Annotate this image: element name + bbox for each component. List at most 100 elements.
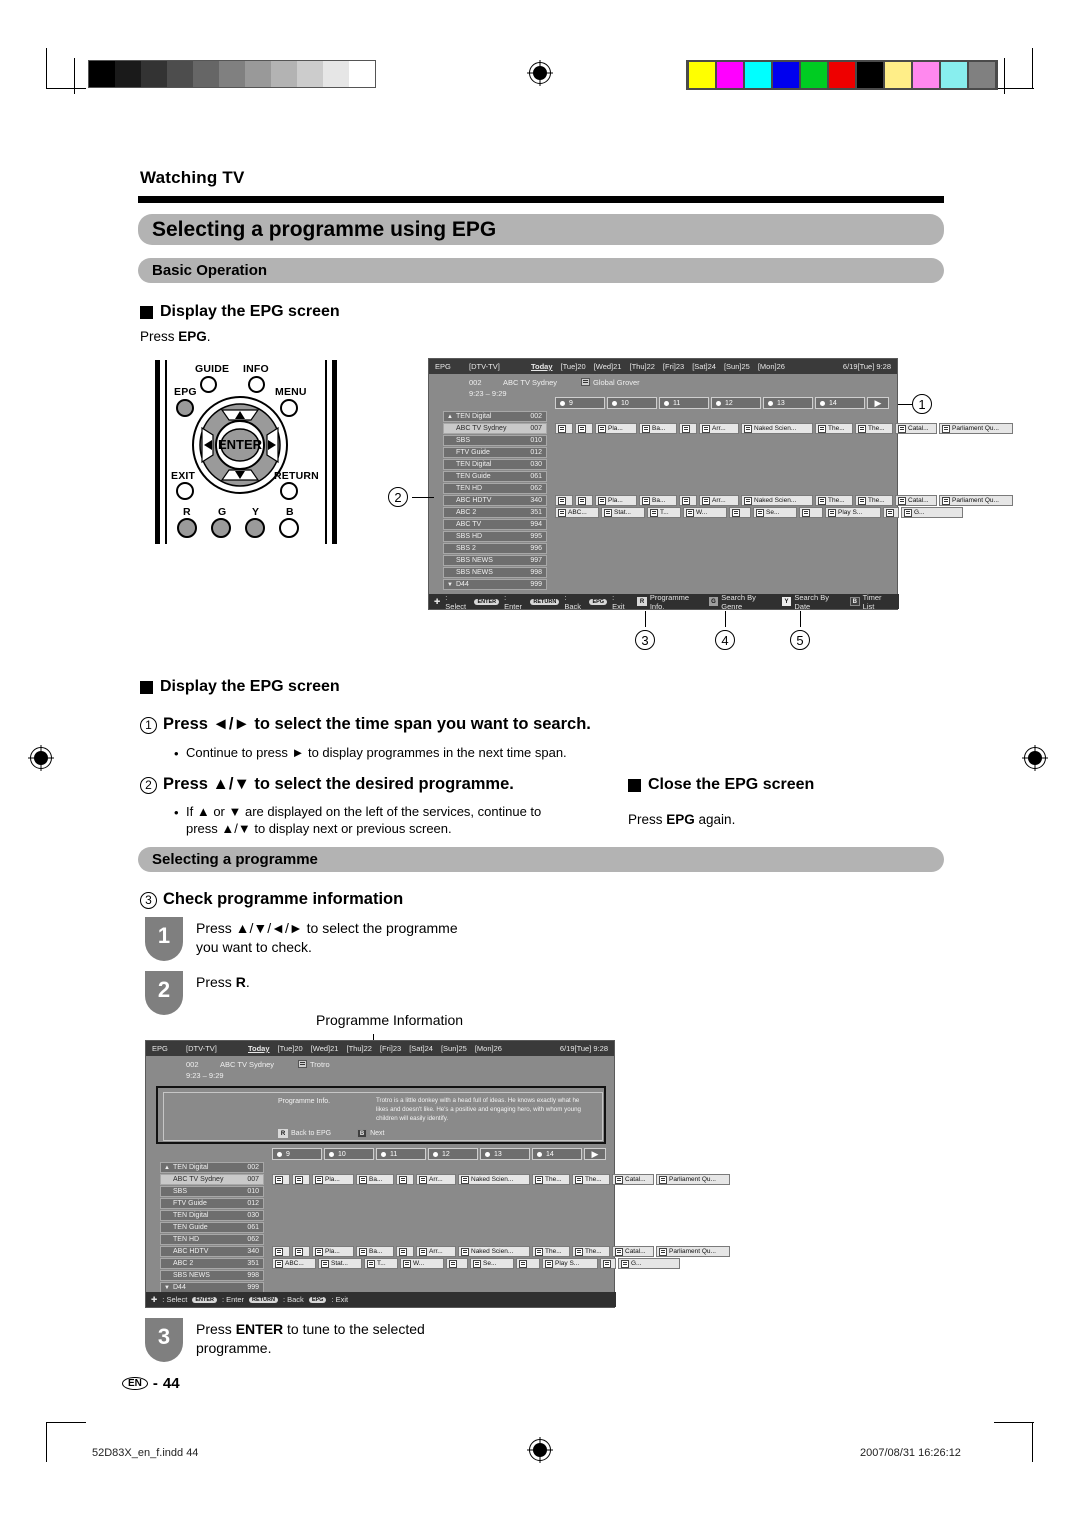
programme-cell[interactable]: The...	[532, 1246, 570, 1257]
guide-button[interactable]	[200, 376, 217, 393]
yellow-button[interactable]	[245, 518, 265, 538]
programme-cell[interactable]	[729, 507, 751, 518]
programme-cell[interactable]: Se...	[753, 507, 797, 518]
programme-cell[interactable]	[272, 1174, 290, 1185]
programme-cell[interactable]: Stat...	[601, 507, 645, 518]
timeslot-cell[interactable]: 11	[376, 1148, 426, 1160]
programme-cell[interactable]: G...	[618, 1258, 680, 1269]
programme-cell[interactable]: Arr...	[416, 1174, 456, 1185]
channel-row[interactable]: ▲ TEN Digital 002	[160, 1162, 264, 1173]
channel-row[interactable]: TEN Digital 030	[160, 1210, 264, 1221]
channel-row[interactable]: FTV Guide 012	[160, 1198, 264, 1209]
timeslot-cell[interactable]: 9	[555, 397, 605, 409]
programme-cell[interactable]: Pla...	[595, 423, 637, 434]
programme-cell[interactable]: Catal...	[612, 1174, 654, 1185]
programme-cell[interactable]: Arr...	[699, 495, 739, 506]
epg2-day-fri23[interactable]: [Fri]23	[376, 1044, 405, 1053]
timeslot-cell[interactable]: 13	[763, 397, 813, 409]
bar-search-by-date-button[interactable]: Y Search By Date	[781, 593, 845, 611]
channel-row[interactable]: TEN Digital 030	[443, 459, 547, 470]
epg-day-tue20[interactable]: [Tue]20	[557, 362, 590, 371]
programme-cell[interactable]: Se...	[470, 1258, 514, 1269]
epg-day-mon26[interactable]: [Mon]26	[754, 362, 789, 371]
programme-cell[interactable]	[679, 423, 697, 434]
programme-cell[interactable]: Parliament Qu...	[939, 495, 1013, 506]
epg-day-sun25[interactable]: [Sun]25	[720, 362, 754, 371]
programme-cell[interactable]: Ba...	[639, 495, 677, 506]
programme-cell[interactable]: Stat...	[318, 1258, 362, 1269]
timeslot-cell[interactable]: 13	[480, 1148, 530, 1160]
channel-row[interactable]: SBS HD 995	[443, 531, 547, 542]
exit-button[interactable]	[176, 482, 194, 500]
programme-cell[interactable]: The...	[815, 495, 853, 506]
epg2-day-sun25[interactable]: [Sun]25	[437, 1044, 471, 1053]
programme-cell[interactable]: Ba...	[356, 1246, 394, 1257]
programme-cell[interactable]: Pla...	[312, 1246, 354, 1257]
bar-programme-info-button[interactable]: R Programme Info.	[637, 593, 703, 611]
programme-cell[interactable]: G...	[901, 507, 963, 518]
channel-row[interactable]: TEN HD 062	[160, 1234, 264, 1245]
programme-cell[interactable]: Parliament Qu...	[656, 1174, 730, 1185]
channel-row[interactable]: ABC 2 351	[443, 507, 547, 518]
timeslot-cell[interactable]: 14	[532, 1148, 582, 1160]
channel-row[interactable]: TEN Guide 061	[443, 471, 547, 482]
programme-cell[interactable]	[555, 423, 573, 434]
channel-row[interactable]: SBS NEWS 998	[443, 567, 547, 578]
info-button[interactable]	[248, 376, 265, 393]
epg-day-today[interactable]: Today	[527, 362, 557, 371]
programme-cell[interactable]: Naked Scien...	[741, 495, 813, 506]
green-button[interactable]	[211, 518, 231, 538]
timeslot-cell[interactable]: 10	[324, 1148, 374, 1160]
epg2-day-mon26[interactable]: [Mon]26	[471, 1044, 506, 1053]
programme-cell[interactable]: The...	[855, 423, 893, 434]
channel-row[interactable]: SBS 010	[443, 435, 547, 446]
programme-cell[interactable]: Catal...	[895, 423, 937, 434]
programme-cell[interactable]	[679, 495, 697, 506]
programme-cell[interactable]	[799, 507, 823, 518]
programme-cell[interactable]: Ba...	[356, 1174, 394, 1185]
blue-button[interactable]	[279, 518, 299, 538]
programme-cell[interactable]	[516, 1258, 540, 1269]
programme-cell[interactable]	[292, 1174, 310, 1185]
programme-cell[interactable]: T...	[647, 507, 681, 518]
programme-cell[interactable]: Arr...	[416, 1246, 456, 1257]
channel-row[interactable]: ABC 2 351	[160, 1258, 264, 1269]
programme-cell[interactable]: T...	[364, 1258, 398, 1269]
programme-cell[interactable]: Pla...	[312, 1174, 354, 1185]
programme-cell[interactable]	[446, 1258, 468, 1269]
channel-row[interactable]: SBS 010	[160, 1186, 264, 1197]
next-button[interactable]: B Next	[357, 1129, 384, 1138]
channel-row[interactable]: ABC TV 994	[443, 519, 547, 530]
programme-cell[interactable]: Parliament Qu...	[939, 423, 1013, 434]
programme-cell[interactable]: Play S...	[542, 1258, 598, 1269]
channel-row-selected[interactable]: ABC TV Sydney 007	[443, 423, 547, 434]
timeslot-cell[interactable]: 11	[659, 397, 709, 409]
programme-cell[interactable]: The...	[572, 1246, 610, 1257]
programme-cell[interactable]: The...	[855, 495, 893, 506]
back-to-epg-button[interactable]: R Back to EPG	[278, 1129, 331, 1138]
programme-cell[interactable]: The...	[572, 1174, 610, 1185]
programme-cell[interactable]: Arr...	[699, 423, 739, 434]
programme-cell[interactable]	[883, 507, 899, 518]
programme-cell[interactable]: Play S...	[825, 507, 881, 518]
channel-row[interactable]: FTV Guide 012	[443, 447, 547, 458]
channel-row[interactable]: SBS NEWS 997	[443, 555, 547, 566]
epg2-day-sat24[interactable]: [Sat]24	[405, 1044, 437, 1053]
programme-cell[interactable]	[272, 1246, 290, 1257]
channel-row[interactable]: SBS NEWS 998	[160, 1270, 264, 1281]
programme-cell[interactable]: W...	[683, 507, 727, 518]
channel-row[interactable]: ▲ TEN Digital 002	[443, 411, 547, 422]
epg-day-thu22[interactable]: [Thu]22	[625, 362, 658, 371]
epg2-day-thu22[interactable]: [Thu]22	[342, 1044, 375, 1053]
programme-cell[interactable]	[396, 1246, 414, 1257]
channel-row[interactable]: ABC HDTV 340	[443, 495, 547, 506]
channel-row-selected[interactable]: ABC TV Sydney 007	[160, 1174, 264, 1185]
programme-cell[interactable]	[555, 495, 573, 506]
programme-cell[interactable]: ABC...	[272, 1258, 316, 1269]
programme-cell[interactable]: Catal...	[612, 1246, 654, 1257]
epg2-day-tue20[interactable]: [Tue]20	[274, 1044, 307, 1053]
channel-row[interactable]: TEN Guide 061	[160, 1222, 264, 1233]
channel-row[interactable]: ▼ D44 999	[443, 579, 547, 590]
bar-timer-list-button[interactable]: B Timer List	[849, 593, 894, 611]
timeslot-cell[interactable]: 10	[607, 397, 657, 409]
